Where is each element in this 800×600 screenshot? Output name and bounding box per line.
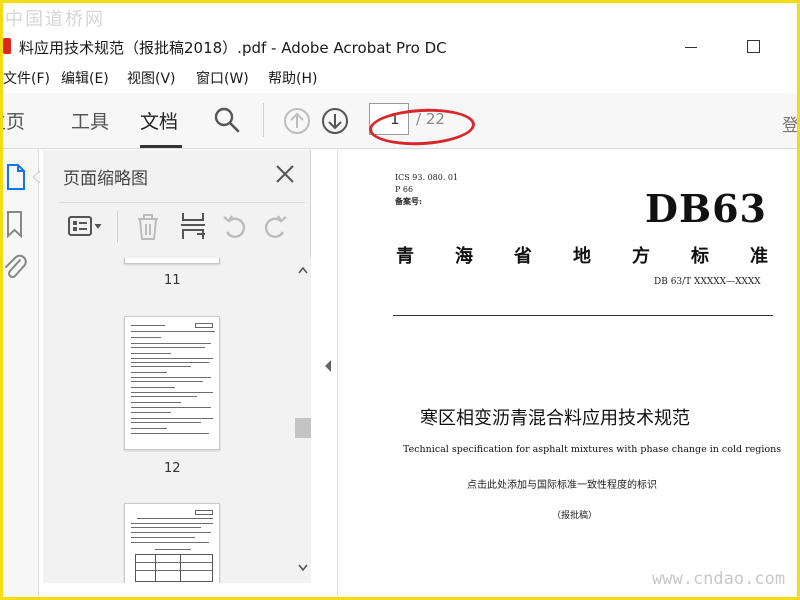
attachment-icon[interactable] bbox=[3, 252, 27, 282]
p-code: P 66 bbox=[395, 185, 414, 194]
standard-code: DB63 bbox=[645, 186, 767, 231]
tools-separator bbox=[117, 211, 118, 243]
toolbar-separator bbox=[263, 103, 264, 137]
tab-tools[interactable]: 工具 bbox=[71, 107, 109, 134]
document-title-cn: 寒区相变沥青混合料应用技术规范 bbox=[420, 408, 690, 429]
close-icon[interactable] bbox=[273, 162, 297, 186]
region-char: 地 bbox=[573, 246, 591, 267]
draft-label: （报批稿） bbox=[552, 511, 598, 521]
region-char: 方 bbox=[632, 246, 650, 267]
acrobat-icon bbox=[3, 38, 11, 54]
thumbnail-panel: 页面缩略图 11 12 bbox=[43, 150, 311, 583]
maximize-button[interactable] bbox=[741, 35, 765, 57]
header-rule bbox=[393, 315, 773, 316]
menu-bar: 文件(F) 编辑(E) 视图(V) 窗口(W) 帮助(H) bbox=[3, 65, 797, 91]
active-panel-pointer-icon bbox=[32, 170, 41, 184]
thumbnail-page-11[interactable] bbox=[124, 316, 220, 450]
title-bar: 料应用技术规范（报批稿2018）.pdf - Adobe Acrobat Pro… bbox=[3, 31, 797, 61]
scroll-thumb[interactable] bbox=[295, 418, 311, 438]
delete-icon[interactable] bbox=[135, 213, 161, 241]
thumbnail-list: 11 12 bbox=[55, 258, 291, 583]
tab-home[interactable]: 主页 bbox=[3, 107, 25, 134]
next-page-icon[interactable] bbox=[321, 107, 349, 135]
watermark-top: 中国道桥网 bbox=[5, 9, 105, 30]
menu-window[interactable]: 窗口(W) bbox=[196, 68, 249, 88]
standard-number: DB 63/T XXXXX—XXXX bbox=[654, 277, 761, 287]
sign-in-label[interactable]: 登 bbox=[782, 111, 797, 136]
document-page: ICS 93. 080. 01 P 66 备案号: DB63 青 海 省 地 方… bbox=[337, 150, 797, 597]
thumbnail-toolbar bbox=[59, 202, 305, 246]
thumbnail-label: 11 bbox=[164, 273, 181, 288]
consistency-note[interactable]: 点击此处添加与国际标准一致性程度的标识 bbox=[467, 476, 657, 491]
menu-help[interactable]: 帮助(H) bbox=[268, 68, 317, 88]
menu-file[interactable]: 文件(F) bbox=[3, 68, 50, 88]
minimize-button[interactable] bbox=[679, 35, 703, 57]
rotate-right-icon[interactable] bbox=[261, 213, 289, 241]
region-char: 青 bbox=[396, 246, 414, 267]
thumbnail-page-13[interactable] bbox=[124, 503, 220, 583]
panel-title: 页面缩略图 bbox=[63, 169, 148, 189]
document-title-en: Technical specification for asphalt mixt… bbox=[403, 444, 782, 455]
thumbnail-page-10[interactable] bbox=[124, 258, 220, 264]
menu-edit[interactable]: 编辑(E) bbox=[61, 68, 109, 88]
region-char: 准 bbox=[750, 246, 768, 267]
options-menu-icon[interactable] bbox=[67, 215, 105, 239]
tab-document[interactable]: 文档 bbox=[140, 107, 178, 134]
window-title: 料应用技术规范（报批稿2018）.pdf - Adobe Acrobat Pro… bbox=[19, 39, 447, 57]
navigation-rail bbox=[3, 150, 41, 597]
scroll-up-icon[interactable] bbox=[298, 266, 308, 274]
app-window: 中国道桥网 料应用技术规范（报批稿2018）.pdf - Adobe Acrob… bbox=[3, 3, 797, 597]
watermark-bottom: www.cndao.com bbox=[652, 569, 786, 589]
insert-page-icon[interactable] bbox=[179, 211, 207, 241]
main-toolbar: 主页 工具 文档 1 / 22 登 bbox=[3, 93, 797, 149]
region-char: 省 bbox=[514, 246, 532, 267]
search-icon[interactable] bbox=[213, 106, 241, 134]
record-number: 备案号: bbox=[395, 196, 422, 206]
active-tab-indicator bbox=[140, 145, 182, 148]
standard-region-title: 青 海 省 地 方 标 准 bbox=[396, 242, 768, 268]
previous-page-icon[interactable] bbox=[283, 107, 311, 135]
bookmark-icon[interactable] bbox=[5, 210, 25, 238]
collapse-panel-icon[interactable] bbox=[323, 359, 333, 373]
thumbnail-scrollbar[interactable] bbox=[295, 258, 311, 583]
rotate-left-icon[interactable] bbox=[221, 213, 249, 241]
page-thumbnails-icon[interactable] bbox=[5, 162, 27, 192]
thumbnail-label: 12 bbox=[164, 461, 181, 476]
ics-code: ICS 93. 080. 01 bbox=[395, 173, 459, 182]
region-char: 标 bbox=[691, 246, 709, 267]
region-char: 海 bbox=[455, 246, 473, 267]
menu-view[interactable]: 视图(V) bbox=[127, 68, 176, 88]
scroll-down-icon[interactable] bbox=[298, 564, 308, 572]
